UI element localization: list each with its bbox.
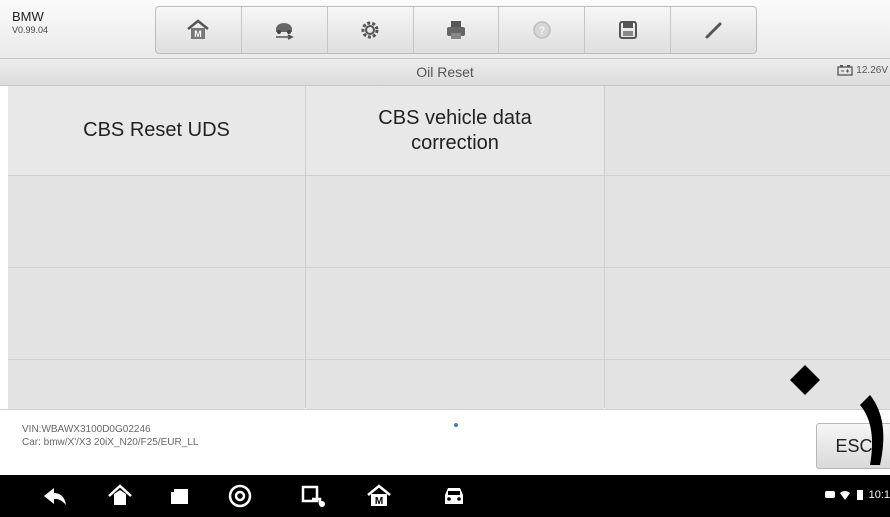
- grid-cell-empty: [8, 268, 305, 359]
- edit-icon: [705, 22, 722, 39]
- save-button[interactable]: [585, 7, 672, 53]
- edit-button[interactable]: [671, 7, 756, 53]
- vci-connect-button[interactable]: [300, 483, 328, 509]
- top-bar: BMW V0.99.04 M ?: [0, 0, 890, 59]
- recent-apps-icon: [171, 489, 188, 504]
- grid-cell-empty: [306, 360, 604, 411]
- android-home-button[interactable]: [106, 483, 134, 509]
- settings-icon: [361, 21, 379, 39]
- print-icon: [447, 21, 465, 39]
- car-text: Car: bmw/X'/X3 20iX_N20/F25/EUR_LL: [22, 437, 199, 448]
- maxisys-home-icon: M: [367, 484, 391, 507]
- grid-cell-empty: [8, 360, 305, 411]
- battery-status-icon: [856, 490, 863, 500]
- function-cbs-reset-uds[interactable]: CBS Reset UDS: [8, 86, 305, 175]
- vehicle-swap-icon: [276, 23, 295, 40]
- grid-cell-empty: [8, 176, 305, 267]
- vehicle-swap-button[interactable]: [242, 7, 328, 53]
- vehicle-button[interactable]: [440, 483, 468, 509]
- footer-bar: VIN:WBAWX3100D0G02246 Car: bmw/X'/X3 20i…: [0, 409, 890, 476]
- toolbar: M ?: [155, 6, 757, 54]
- brand-block: BMW V0.99.04: [12, 10, 48, 36]
- chat-icon: [824, 491, 835, 498]
- home-icon: [108, 484, 132, 505]
- function-label: CBS vehicle data correction: [378, 106, 532, 154]
- clock: 10:1: [868, 489, 890, 501]
- wifi-icon: [839, 491, 850, 500]
- svg-text:?: ?: [538, 25, 545, 37]
- status-area: 10:1: [824, 489, 890, 501]
- software-version: V0.99.04: [12, 25, 49, 35]
- page-title: Oil Reset: [416, 64, 474, 80]
- function-grid: CBS Reset UDS CBS vehicle data correctio…: [8, 86, 890, 411]
- back-button[interactable]: [40, 483, 68, 509]
- vin-text: VIN:WBAWX3100D0G02246: [22, 424, 151, 435]
- grid-cell-empty: [605, 360, 890, 411]
- recent-apps-button[interactable]: [166, 483, 194, 509]
- back-icon: [44, 488, 66, 505]
- grid-cell-empty: [306, 176, 604, 267]
- help-button[interactable]: ?: [499, 7, 586, 53]
- grid-cell-empty: [306, 268, 604, 359]
- title-bar: Oil Reset 12.26V: [0, 59, 890, 86]
- vehicle-icon: [445, 488, 463, 504]
- grid-cell-empty: [605, 86, 890, 175]
- maxisys-home-button[interactable]: M: [365, 483, 393, 509]
- home-button[interactable]: M: [156, 7, 242, 53]
- page-indicator-dot: [454, 423, 458, 427]
- chrome-button[interactable]: [226, 483, 254, 509]
- help-icon: ?: [533, 21, 551, 39]
- grid-cell-empty: [605, 268, 890, 359]
- android-nav-bar: M 10:1: [0, 475, 890, 517]
- settings-button[interactable]: [328, 7, 414, 53]
- battery-icon: [837, 65, 853, 76]
- vci-connect-icon: [301, 485, 325, 507]
- esc-button[interactable]: ESC: [816, 423, 890, 469]
- battery-voltage: 12.26V: [856, 65, 888, 76]
- save-icon: [618, 21, 637, 39]
- function-cbs-vehicle-data-correction[interactable]: CBS vehicle data correction: [306, 86, 604, 175]
- vehicle-make: BMW: [12, 9, 44, 24]
- home-icon: M: [187, 19, 210, 39]
- grid-cell-empty: [605, 176, 890, 267]
- print-button[interactable]: [414, 7, 500, 53]
- chrome-icon: [228, 484, 252, 508]
- vehicle-info: VIN:WBAWX3100D0G02246 Car: bmw/X'/X3 20i…: [22, 423, 198, 449]
- svg-text:M: M: [375, 496, 383, 507]
- battery-indicator: 12.26V: [837, 65, 888, 76]
- svg-text:M: M: [195, 29, 203, 39]
